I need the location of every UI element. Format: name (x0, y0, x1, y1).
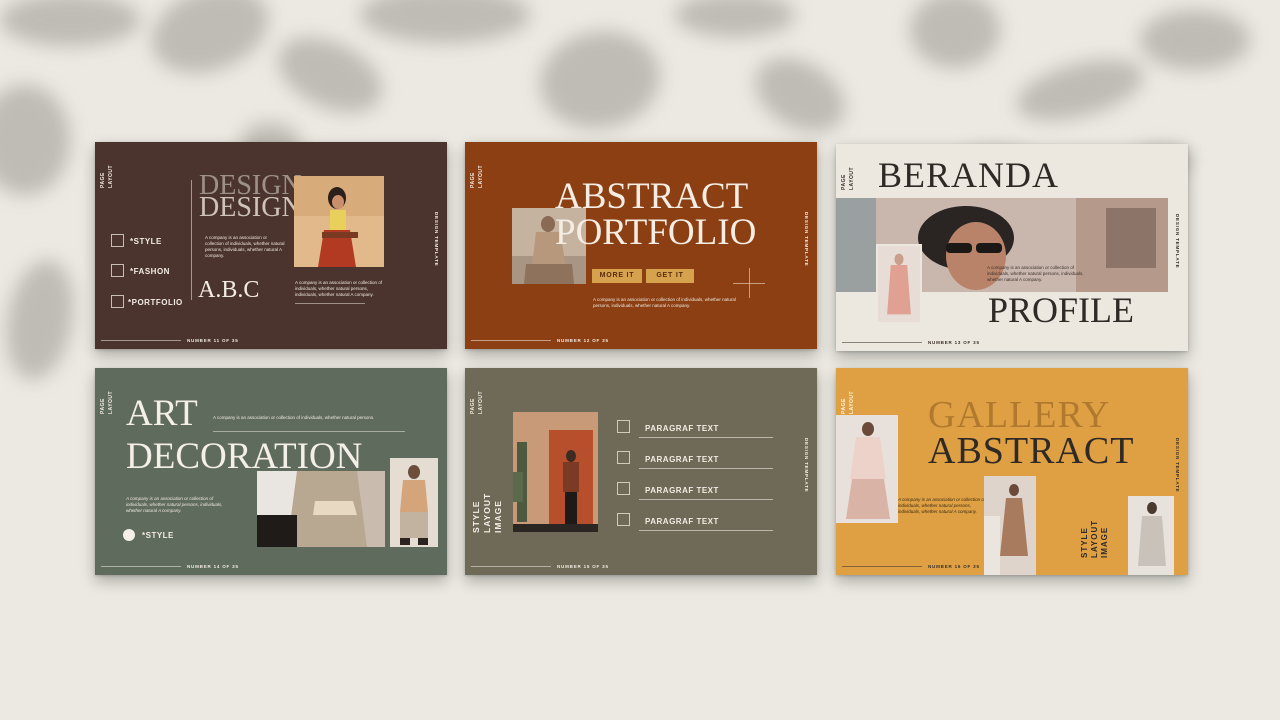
checkbox-item-3[interactable] (617, 482, 630, 495)
design-template-label: DESIGN TEMPLATE (1175, 214, 1180, 269)
page-layout-label: PAGE LAYOUT (470, 390, 484, 414)
divider (213, 431, 405, 432)
list-item-label: PARAGRAF TEXT (645, 455, 719, 464)
checklist-label: *STYLE (130, 237, 162, 246)
body-text: A company is an association or collectio… (987, 265, 1084, 282)
checkbox-portfolio[interactable] (111, 295, 124, 308)
body-text: A company is an association or collectio… (213, 415, 375, 420)
body-text: A company is an association or collectio… (593, 297, 736, 308)
list-item-label: PARAGRAF TEXT (645, 486, 719, 495)
page-title: ABSTRACT (928, 430, 1135, 472)
checkbox-style[interactable] (111, 234, 124, 247)
page-number: NUMBER 12 OF 35 (557, 338, 609, 343)
slide-beranda-profile[interactable]: PAGE LAYOUT BERANDA A company is an asso… (836, 144, 1188, 351)
leaf-shadow-decoration (0, 0, 1250, 380)
divider (295, 303, 365, 304)
divider (639, 468, 773, 469)
page-layout-label: PAGE LAYOUT (841, 390, 855, 414)
fashion-photo (876, 244, 922, 324)
checkbox-item-1[interactable] (617, 420, 630, 433)
slide-abstract-portfolio[interactable]: PAGE LAYOUT ABSTRACT PORTFOLIO MORE IT G… (465, 142, 817, 349)
page-number: NUMBER 13 OF 35 (928, 340, 980, 345)
fashion-photo (836, 415, 898, 523)
design-template-label: DESIGN TEMPLATE (1175, 438, 1180, 493)
plus-decoration (749, 268, 750, 298)
checkbox-item-4[interactable] (617, 513, 630, 526)
radio-option-style[interactable] (123, 529, 135, 541)
fashion-photo (1128, 496, 1174, 575)
checklist-label: *FASHON (130, 267, 170, 276)
footer-line (471, 340, 551, 341)
slide-paragraf-list[interactable]: PAGE LAYOUT STYLE LAYOUT IMAGE PARAGRAF … (465, 368, 817, 575)
divider (639, 437, 773, 438)
page-title: ART (126, 393, 198, 434)
fashion-photo (257, 471, 385, 547)
footer-line (101, 566, 181, 567)
page-number: NUMBER 11 OF 35 (187, 338, 239, 343)
body-text: A company is an association or collectio… (898, 497, 986, 514)
list-item-label: PARAGRAF TEXT (645, 424, 719, 433)
fashion-photo (513, 412, 598, 532)
page-layout-label: PAGE LAYOUT (100, 390, 114, 414)
checkbox-item-2[interactable] (617, 451, 630, 464)
design-template-label: DESIGN TEMPLATE (434, 212, 439, 267)
slide-design-abc[interactable]: PAGE LAYOUT DESIGN DESIGN A company is a… (95, 142, 447, 349)
page-title: BERANDA (878, 155, 1060, 195)
page-title: ABSTRACT (555, 176, 749, 217)
footer-line (842, 566, 922, 567)
page-layout-label: PAGE LAYOUT (470, 164, 484, 188)
page-title: DESIGN (199, 192, 302, 223)
list-item-label: PARAGRAF TEXT (645, 517, 719, 526)
vertical-title: STYLE LAYOUT IMAGE (471, 492, 503, 533)
slide-art-decoration[interactable]: PAGE LAYOUT ART DECORATION A company is … (95, 368, 447, 575)
checkbox-fashon[interactable] (111, 264, 124, 277)
divider (639, 499, 773, 500)
page-number: NUMBER 16 OF 35 (928, 564, 980, 569)
fashion-photo (294, 176, 384, 267)
divider (639, 530, 773, 531)
design-template-label: DESIGN TEMPLATE (804, 438, 809, 493)
footer-line (842, 342, 922, 343)
page-layout-label: PAGE LAYOUT (841, 166, 855, 190)
fashion-photo (390, 458, 438, 547)
page-title-line-2: PROFILE (988, 290, 1135, 330)
page-title-line-2: DECORATION (126, 436, 363, 477)
page-number: NUMBER 14 OF 35 (187, 564, 239, 569)
body-text: A company is an association or collectio… (126, 496, 223, 513)
checklist-label: *PORTFOLIO (128, 298, 183, 307)
subtitle: A.B.C (198, 277, 260, 303)
page-layout-label: PAGE LAYOUT (100, 164, 114, 188)
more-it-button[interactable]: MORE IT (592, 269, 642, 283)
body-text: A company is an association or collectio… (295, 280, 383, 297)
slide-gallery-abstract[interactable]: PAGE LAYOUT GALLERY ABSTRACT A company i… (836, 368, 1188, 575)
page-number: NUMBER 15 OF 35 (557, 564, 609, 569)
design-template-label: DESIGN TEMPLATE (804, 212, 809, 267)
divider (191, 180, 192, 300)
footer-line (471, 566, 551, 567)
body-text: A company is an association or collectio… (205, 235, 285, 258)
vertical-title: STYLE LAYOUT IMAGE (1080, 519, 1109, 558)
option-label: *STYLE (142, 531, 174, 540)
title-ghost: GALLERY (928, 394, 1111, 436)
page-title-line-2: PORTFOLIO (555, 212, 757, 253)
footer-line (101, 340, 181, 341)
get-it-button[interactable]: GET IT (646, 269, 694, 283)
fashion-photo (984, 476, 1036, 575)
